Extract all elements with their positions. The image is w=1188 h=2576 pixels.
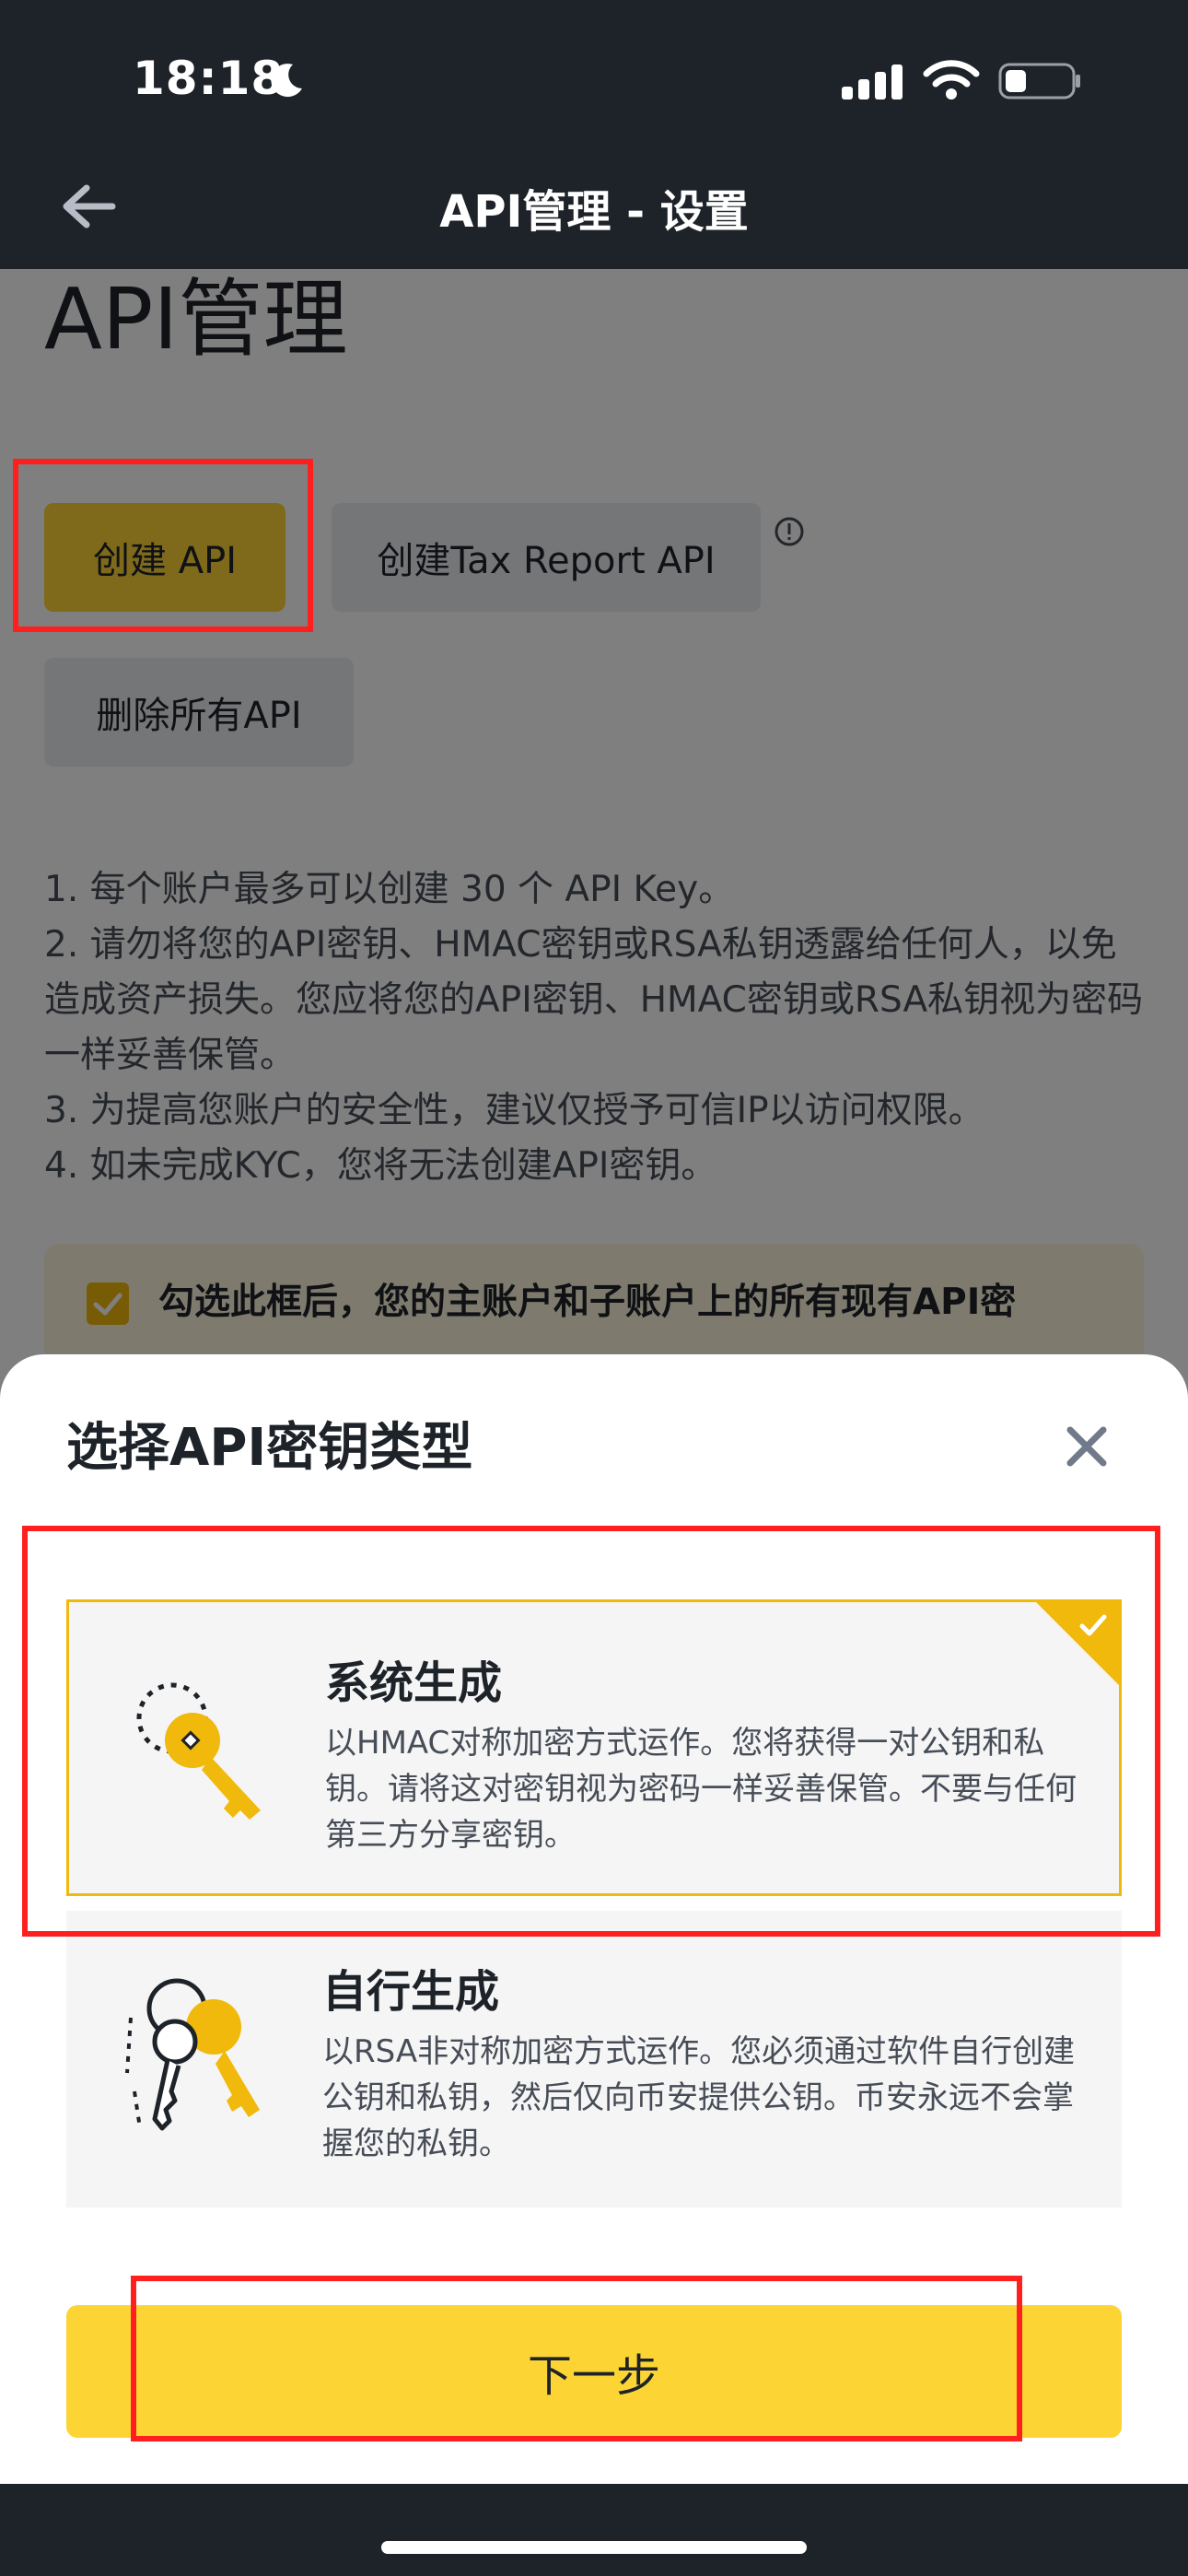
api-key-type-sheet: 选择API密钥类型 系统生成 以HMAC对称加密方式运作。您将获得一对公钥和私钥… [0,1354,1188,2484]
option-title: 系统生成 [325,1657,503,1709]
status-time: 18:18 [133,52,285,105]
moon-icon [271,64,302,98]
signal-icon [842,64,903,100]
option-description: 以HMAC对称加密方式运作。您将获得一对公钥和私钥。请将这对密钥视为密码一样妥善… [325,1725,1077,1854]
header-title: API管理 - 设置 [439,186,749,238]
keys-icon [125,1978,260,2131]
wifi-icon [923,60,980,100]
home-bar [0,2484,1188,2576]
option-system-generated[interactable]: 系统生成 以HMAC对称加密方式运作。您将获得一对公钥和私钥。请将这对密钥视为密… [66,1599,1122,1896]
option-self-generated[interactable]: 自行生成 以RSA非对称加密方式运作。您必须通过软件自行创建公钥和私钥，然后仅向… [66,1911,1122,2207]
home-indicator[interactable] [381,2541,807,2554]
check-icon [1079,1614,1107,1636]
sheet-title: 选择API密钥类型 [66,1418,473,1478]
key-icon [136,1682,261,1820]
option-description: 以RSA非对称加密方式运作。您必须通过软件自行创建公钥和私钥，然后仅向币安提供公… [322,2033,1076,2162]
close-icon[interactable] [1061,1421,1112,1472]
top-bar: 18:18 API管理 - 设置 [0,0,1188,269]
option-title: 自行生成 [322,1966,500,2018]
battery-icon [998,63,1080,100]
next-step-button[interactable]: 下一步 [66,2305,1122,2438]
